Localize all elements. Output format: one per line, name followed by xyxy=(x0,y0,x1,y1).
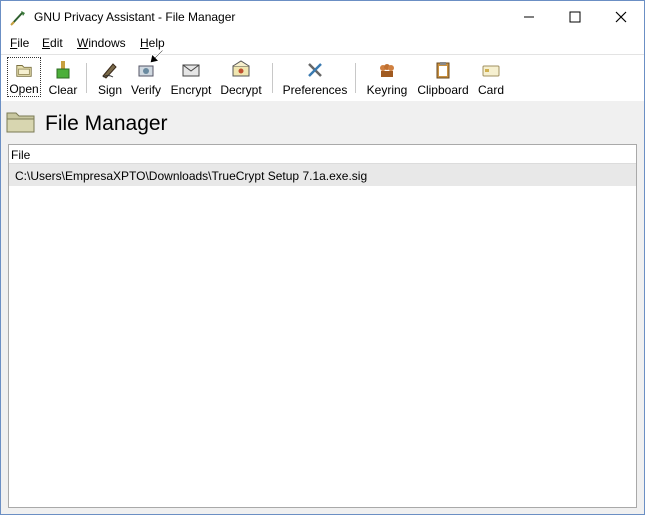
toolbar: Open Clear Sign Verify Encrypt Decrypt P… xyxy=(1,54,644,102)
pen-sign-icon xyxy=(102,63,117,79)
maximize-button[interactable] xyxy=(552,1,598,33)
clipboard-label: Clipboard xyxy=(417,83,469,97)
tools-icon xyxy=(308,63,322,77)
title-bar[interactable]: GNU Privacy Assistant - File Manager xyxy=(1,1,644,33)
preferences-label: Preferences xyxy=(282,83,348,97)
minimize-button[interactable] xyxy=(506,1,552,33)
decrypt-button[interactable]: Decrypt xyxy=(219,57,263,97)
minimize-icon xyxy=(524,16,534,18)
clear-button[interactable]: Clear xyxy=(46,57,80,97)
column-header-file[interactable]: File xyxy=(9,145,636,164)
folder-open-icon xyxy=(16,65,32,77)
clipboard-icon xyxy=(436,62,450,79)
column-header-label: File xyxy=(11,148,31,162)
menu-bar: File Edit Windows Help xyxy=(1,33,644,54)
card-label: Card xyxy=(477,83,504,97)
sign-label: Sign xyxy=(97,83,123,97)
table-row[interactable]: C:\Users\EmpresaXPTO\Downloads\TrueCrypt… xyxy=(9,164,636,186)
folder-icon xyxy=(6,112,35,133)
clear-label: Clear xyxy=(48,83,78,97)
encrypt-button[interactable]: Encrypt xyxy=(169,57,213,97)
toolbar-separator xyxy=(355,63,356,93)
app-window: GNU Privacy Assistant - File Manager Fil… xyxy=(0,0,645,515)
menu-windows[interactable]: Windows xyxy=(77,36,126,50)
sign-button[interactable]: Sign xyxy=(94,57,126,97)
gpa-app-icon xyxy=(10,11,25,26)
broom-icon xyxy=(56,61,70,79)
clipboard-button[interactable]: Clipboard xyxy=(415,57,471,97)
envelope-encrypt-icon xyxy=(182,64,200,77)
toolbar-separator xyxy=(272,63,273,93)
menu-edit[interactable]: Edit xyxy=(42,36,63,50)
close-button[interactable] xyxy=(598,1,644,33)
preferences-button[interactable]: Preferences xyxy=(282,57,348,97)
keyring-icon xyxy=(380,64,394,77)
menu-file[interactable]: File xyxy=(10,36,29,50)
encrypt-label: Encrypt xyxy=(170,83,212,97)
verify-label: Verify xyxy=(130,83,161,97)
open-label: Open xyxy=(9,82,39,96)
toolbar-separator xyxy=(86,63,87,93)
keyring-button[interactable]: Keyring xyxy=(365,57,409,97)
decrypt-label: Decrypt xyxy=(220,83,262,97)
card-button[interactable]: Card xyxy=(476,57,506,97)
close-icon xyxy=(615,11,627,23)
card-icon xyxy=(482,65,500,77)
window-title: GNU Privacy Assistant - File Manager xyxy=(34,10,236,24)
mouse-cursor-icon xyxy=(149,47,164,64)
maximize-icon xyxy=(569,11,581,23)
envelope-decrypt-icon xyxy=(232,60,250,77)
open-button[interactable]: Open xyxy=(7,57,41,97)
keyring-label: Keyring xyxy=(366,83,408,97)
page-title: File Manager xyxy=(45,112,168,135)
file-list[interactable]: File C:\Users\EmpresaXPTO\Downloads\True… xyxy=(8,144,637,508)
file-path: C:\Users\EmpresaXPTO\Downloads\TrueCrypt… xyxy=(15,169,368,183)
